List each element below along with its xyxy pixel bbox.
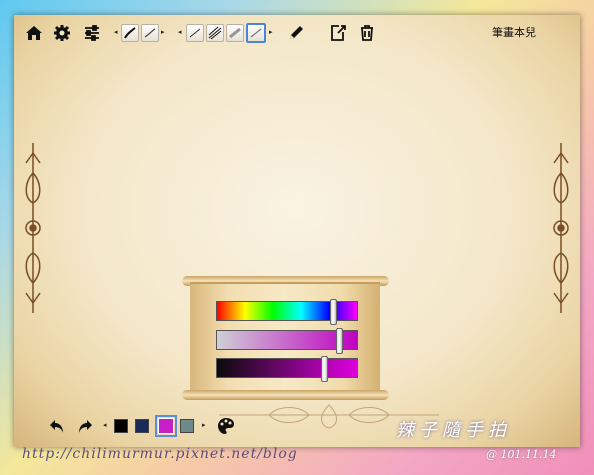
undo-icon[interactable] [48,417,66,435]
brightness-slider[interactable] [216,356,358,382]
brush-option-4[interactable] [206,24,224,42]
brush-option-1[interactable] [121,24,139,42]
right-ornament-icon [550,143,572,317]
left-ornament-icon [22,143,44,317]
footer-url: http://chilimurmur.pixnet.net/blog [22,446,298,462]
brush-option-3[interactable] [186,24,204,42]
new-page-icon[interactable] [328,23,348,43]
color-swatch-slate[interactable] [180,419,194,433]
scroll-bottom-roll [182,390,389,400]
scroll-right-icon-2[interactable]: ▸ [269,28,273,36]
hue-slider[interactable] [216,299,358,325]
sliders-icon[interactable] [82,23,102,43]
brush-option-selected[interactable] [246,23,266,43]
redo-icon[interactable] [76,417,94,435]
swatch-scroll-right-icon[interactable]: ▸ [202,421,206,429]
scroll-right-icon[interactable]: ▸ [161,28,165,36]
pencil-icon[interactable] [286,23,306,43]
color-swatch-black[interactable] [114,419,128,433]
color-swatch-magenta[interactable] [155,415,177,437]
saturation-slider-thumb[interactable] [335,328,343,354]
color-swatch-navy[interactable] [135,419,149,433]
brush-option-2[interactable] [141,24,159,42]
app-title: 筆畫本兒 [492,26,536,39]
hue-slider-thumb[interactable] [330,299,338,325]
top-toolbar: ◂ ▸ ◂ ▸ 筆畫本兒 [14,15,580,51]
saturation-slider[interactable] [216,328,358,354]
scroll-left-icon[interactable]: ◂ [114,28,118,36]
brightness-slider-thumb[interactable] [320,356,328,382]
footer-date: @ 101.11.14 [486,448,557,461]
palette-icon[interactable] [216,416,236,436]
signature-text: 辣子隨手拍 [396,420,511,441]
gear-icon[interactable] [52,23,72,43]
swatch-scroll-left-icon[interactable]: ◂ [103,421,107,429]
home-icon[interactable] [24,23,44,43]
brush-option-5[interactable] [226,24,244,42]
color-picker-scroll [182,276,389,400]
trash-icon[interactable] [357,23,377,43]
scroll-left-icon-2[interactable]: ◂ [178,28,182,36]
